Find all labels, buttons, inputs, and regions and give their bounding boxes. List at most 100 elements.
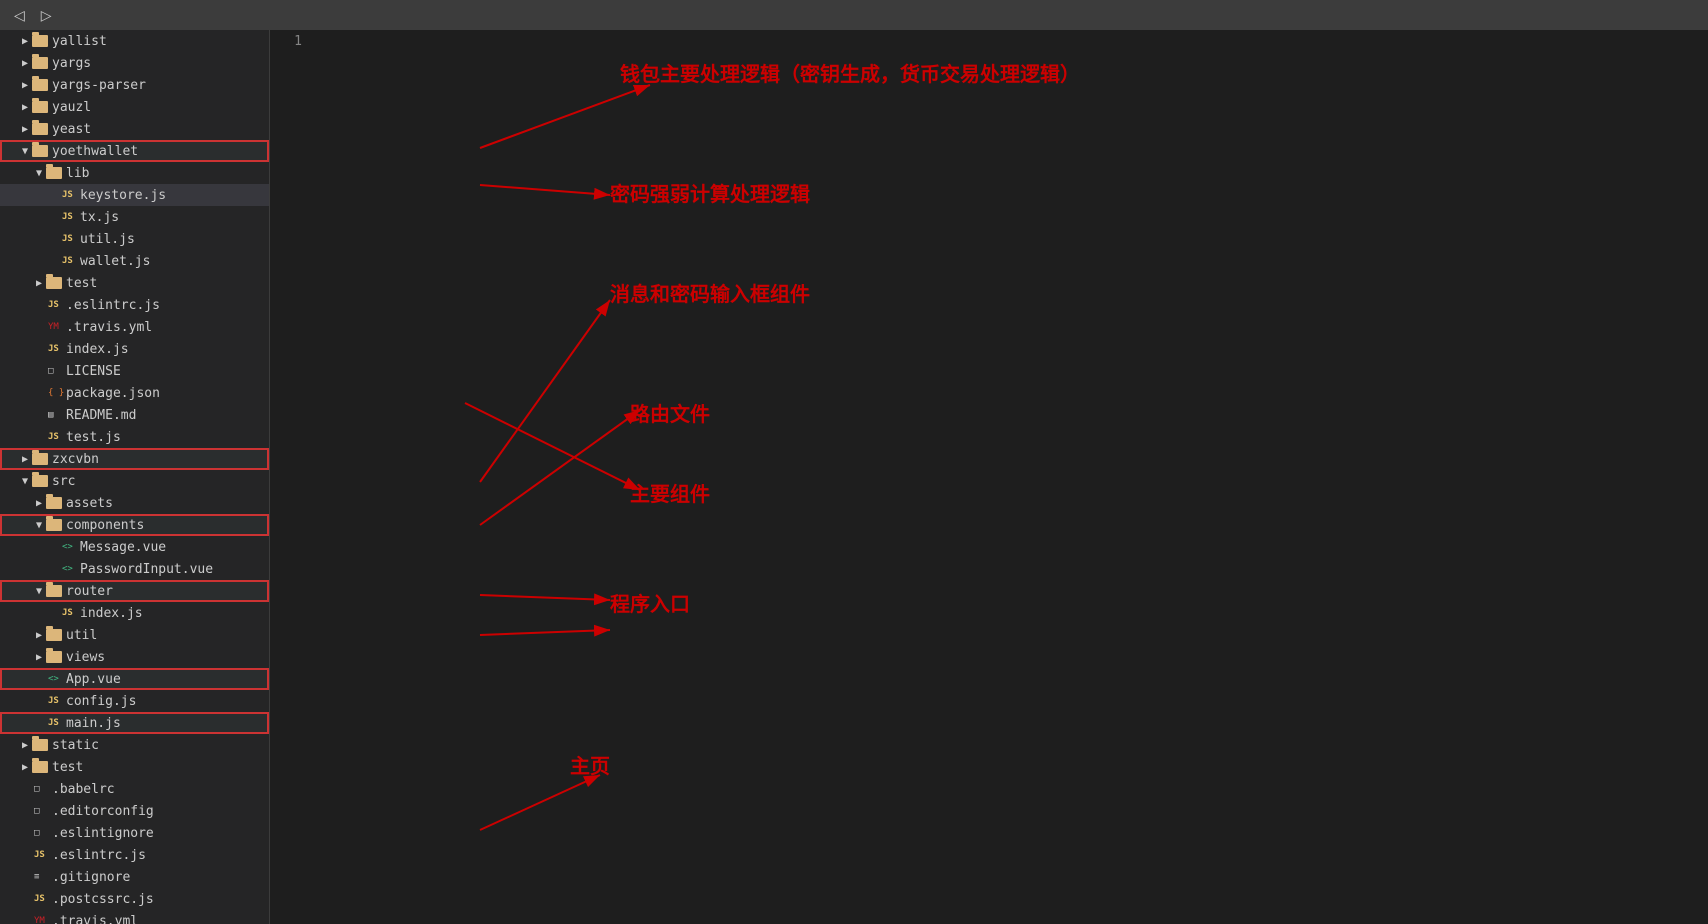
tree-item-label: .eslintignore bbox=[52, 826, 154, 841]
tree-item-assets[interactable]: ▶ assets bbox=[0, 492, 269, 514]
file-icon: ≡ bbox=[34, 872, 48, 882]
tree-item-label: yeast bbox=[52, 122, 91, 137]
tree-item-editorconfig[interactable]: □ .editorconfig bbox=[0, 800, 269, 822]
tree-item-label: LICENSE bbox=[66, 364, 121, 379]
tree-item-test[interactable]: ▶ test bbox=[0, 272, 269, 294]
folder-icon bbox=[32, 761, 48, 773]
tree-item-test2[interactable]: ▶ test bbox=[0, 756, 269, 778]
tree-item-config-js[interactable]: JS config.js bbox=[0, 690, 269, 712]
tree-item-eslintignore[interactable]: □ .eslintignore bbox=[0, 822, 269, 844]
tree-item-app-vue[interactable]: <> App.vue bbox=[0, 668, 269, 690]
chevron-icon: ▶ bbox=[18, 454, 32, 465]
folder-icon bbox=[46, 277, 62, 289]
tree-item-label: views bbox=[66, 650, 105, 665]
back-button[interactable]: ◁ bbox=[8, 5, 31, 26]
annotation-5: 主要组件 bbox=[630, 478, 710, 507]
tree-item-keystore[interactable]: JS keystore.js bbox=[0, 184, 269, 206]
tree-item-wallet[interactable]: JS wallet.js bbox=[0, 250, 269, 272]
tree-item-components[interactable]: ▼ components bbox=[0, 514, 269, 536]
yaml-icon: YM bbox=[34, 916, 48, 924]
tree-item-label: package.json bbox=[66, 386, 160, 401]
tree-item-readme[interactable]: ▤ README.md bbox=[0, 404, 269, 426]
tree-item-yargs-parser[interactable]: ▶ yargs-parser bbox=[0, 74, 269, 96]
tree-item-label: zxcvbn bbox=[52, 452, 99, 467]
tree-item-zxcvbn[interactable]: ▶ zxcvbn bbox=[0, 448, 269, 470]
chevron-icon: ▶ bbox=[32, 498, 46, 509]
tree-item-router[interactable]: ▼ router bbox=[0, 580, 269, 602]
chevron-icon: ▼ bbox=[32, 586, 46, 597]
tree-item-index-js[interactable]: JS index.js bbox=[0, 338, 269, 360]
file-icon: □ bbox=[34, 784, 48, 794]
tree-item-label: main.js bbox=[66, 716, 121, 731]
tree-item-util-js[interactable]: JS util.js bbox=[0, 228, 269, 250]
annotation-1: 钱包主要处理逻辑（密钥生成，货币交易处理逻辑） bbox=[620, 58, 1080, 87]
js-icon: JS bbox=[48, 718, 62, 728]
tree-item-travis[interactable]: YM .travis.yml bbox=[0, 316, 269, 338]
folder-icon bbox=[46, 651, 62, 663]
tree-item-src[interactable]: ▼ src bbox=[0, 470, 269, 492]
tree-item-lib[interactable]: ▼ lib bbox=[0, 162, 269, 184]
folder-icon bbox=[32, 123, 48, 135]
js-icon: JS bbox=[62, 212, 76, 222]
tree-item-yargs[interactable]: ▶ yargs bbox=[0, 52, 269, 74]
tree-item-babelrc[interactable]: □ .babelrc bbox=[0, 778, 269, 800]
tree-item-eslintrc2[interactable]: JS .eslintrc.js bbox=[0, 844, 269, 866]
tree-item-tx[interactable]: JS tx.js bbox=[0, 206, 269, 228]
tree-item-label: test bbox=[66, 276, 97, 291]
tree-item-yallist[interactable]: ▶ yallist bbox=[0, 30, 269, 52]
tree-item-yauzl[interactable]: ▶ yauzl bbox=[0, 96, 269, 118]
file-icon: □ bbox=[48, 366, 62, 376]
chevron-icon: ▶ bbox=[18, 58, 32, 69]
editor-area: 1 bbox=[270, 30, 1708, 924]
tree-item-package-json[interactable]: { } package.json bbox=[0, 382, 269, 404]
chevron-icon: ▶ bbox=[18, 80, 32, 91]
tree-item-views[interactable]: ▶ views bbox=[0, 646, 269, 668]
tree-item-label: .eslintrc.js bbox=[52, 848, 146, 863]
js-icon: JS bbox=[34, 850, 48, 860]
chevron-icon: ▶ bbox=[32, 278, 46, 289]
tree-item-eslintrc[interactable]: JS .eslintrc.js bbox=[0, 294, 269, 316]
tree-item-label: test bbox=[52, 760, 83, 775]
tree-item-label: .travis.yml bbox=[66, 320, 152, 335]
tree-item-label: tx.js bbox=[80, 210, 119, 225]
tree-item-util[interactable]: ▶ util bbox=[0, 624, 269, 646]
js-icon: JS bbox=[48, 432, 62, 442]
tree-item-main-js[interactable]: JS main.js bbox=[0, 712, 269, 734]
tree-item-router-index[interactable]: JS index.js bbox=[0, 602, 269, 624]
tree-item-yoethwallet[interactable]: ▼ yoethwallet bbox=[0, 140, 269, 162]
tree-item-label: keystore.js bbox=[80, 188, 166, 203]
tree-item-label: wallet.js bbox=[80, 254, 150, 269]
tree-item-passwordinput-vue[interactable]: <> PasswordInput.vue bbox=[0, 558, 269, 580]
tree-item-label: .gitignore bbox=[52, 870, 130, 885]
chevron-icon: ▶ bbox=[18, 124, 32, 135]
annotation-2: 密码强弱计算处理逻辑 bbox=[610, 178, 810, 207]
tree-item-gitignore[interactable]: ≡ .gitignore bbox=[0, 866, 269, 888]
folder-icon bbox=[46, 497, 62, 509]
chevron-icon: ▼ bbox=[32, 520, 46, 531]
forward-button[interactable]: ▷ bbox=[35, 5, 58, 26]
folder-icon bbox=[32, 57, 48, 69]
tree-item-postcssrc[interactable]: JS .postcssrc.js bbox=[0, 888, 269, 910]
tree-item-label: README.md bbox=[66, 408, 136, 423]
tree-item-yeast[interactable]: ▶ yeast bbox=[0, 118, 269, 140]
chevron-icon: ▼ bbox=[18, 476, 32, 487]
folder-icon bbox=[46, 167, 62, 179]
js-icon: JS bbox=[62, 234, 76, 244]
tree-item-label: yauzl bbox=[52, 100, 91, 115]
tree-item-label: index.js bbox=[80, 606, 143, 621]
tree-item-label: util bbox=[66, 628, 97, 643]
folder-icon bbox=[46, 629, 62, 641]
tree-item-label: components bbox=[66, 518, 144, 533]
tree-item-static[interactable]: ▶ static bbox=[0, 734, 269, 756]
annotation-3: 消息和密码输入框组件 bbox=[610, 278, 810, 307]
tree-item-message-vue[interactable]: <> Message.vue bbox=[0, 536, 269, 558]
chevron-icon: ▶ bbox=[18, 762, 32, 773]
tree-item-label: test.js bbox=[66, 430, 121, 445]
tree-item-label: .babelrc bbox=[52, 782, 115, 797]
tree-item-label: Message.vue bbox=[80, 540, 166, 555]
js-icon: JS bbox=[48, 696, 62, 706]
tree-item-license[interactable]: □ LICENSE bbox=[0, 360, 269, 382]
file-icon: ▤ bbox=[48, 410, 62, 420]
tree-item-test-js[interactable]: JS test.js bbox=[0, 426, 269, 448]
tree-item-travis2[interactable]: YM .travis.yml bbox=[0, 910, 269, 924]
